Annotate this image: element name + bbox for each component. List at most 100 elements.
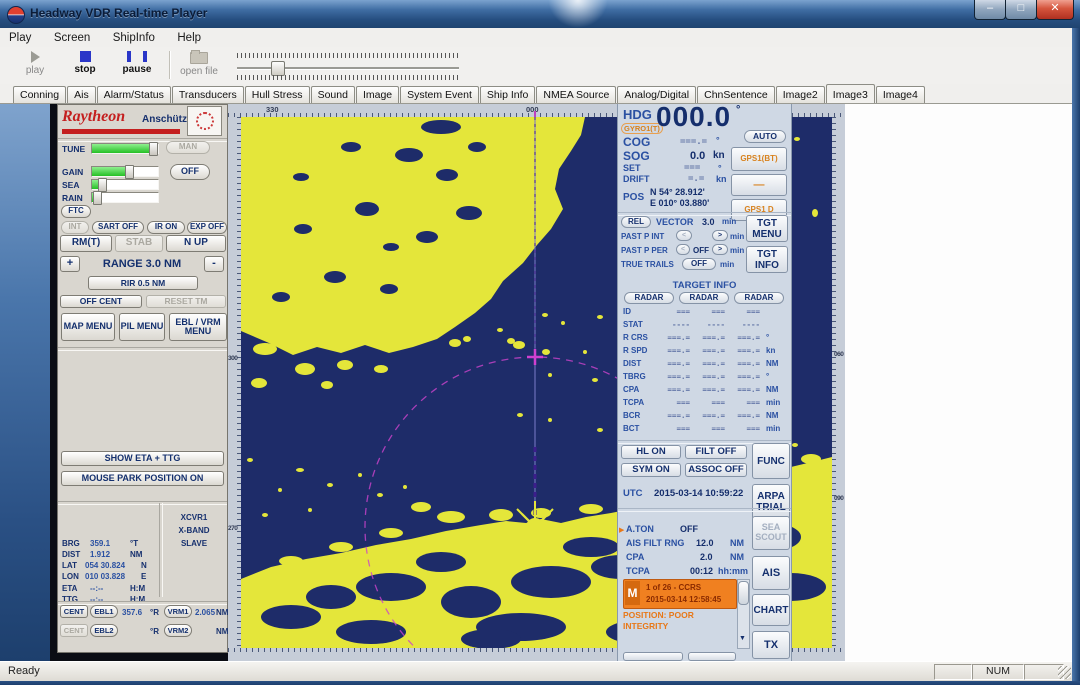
- cent2-button[interactable]: CENT: [60, 624, 88, 637]
- minimize-button[interactable]: –: [974, 0, 1006, 20]
- tab-transducers[interactable]: Transducers: [172, 86, 244, 103]
- radar-data-panel: HDG GYRO1(T) 000.0 ° AUTO COG ===.= ° SO…: [617, 104, 792, 661]
- radar-target-button-1[interactable]: RADAR: [624, 292, 674, 304]
- rain-slider[interactable]: [91, 192, 159, 203]
- vrm2-button[interactable]: VRM2: [164, 624, 192, 637]
- auto-button[interactable]: AUTO: [744, 130, 786, 143]
- status-ready: Ready: [8, 665, 40, 677]
- tune-slider[interactable]: [91, 143, 159, 154]
- resize-grip[interactable]: [1058, 666, 1071, 679]
- target-row-cpa: CPA===.====.====.=NM: [618, 385, 791, 398]
- true-trails-button[interactable]: OFF: [682, 258, 716, 270]
- partial-button-row: [688, 652, 736, 661]
- menu-screen[interactable]: Screen: [45, 29, 99, 44]
- alarm-message-box[interactable]: M 1 of 26 - CCRS 2015-03-14 12:58:45: [623, 579, 737, 609]
- ebl2-deg-unit: °R: [150, 627, 159, 636]
- tab-image[interactable]: Image: [356, 86, 399, 103]
- cent1-button[interactable]: CENT: [60, 605, 88, 618]
- aton-value: OFF: [680, 524, 698, 534]
- ebl1-button[interactable]: EBL1: [90, 605, 118, 618]
- exp-off-button[interactable]: EXP OFF: [187, 221, 227, 234]
- gain-slider[interactable]: [91, 166, 159, 177]
- pil-menu-button[interactable]: PIL MENU: [119, 313, 165, 341]
- tab-image4[interactable]: Image4: [876, 86, 925, 103]
- open-file-icon: [190, 52, 208, 64]
- menu-play[interactable]: Play: [0, 29, 40, 44]
- rain-thumb[interactable]: [93, 191, 102, 205]
- play-button[interactable]: play: [12, 49, 58, 82]
- rir-button[interactable]: RIR 0.5 NM: [88, 276, 198, 290]
- man-button[interactable]: MAN: [166, 141, 210, 154]
- radar-target-button-3[interactable]: RADAR: [734, 292, 784, 304]
- tab-nmea-source[interactable]: NMEA Source: [536, 86, 616, 103]
- tab-hull-stress[interactable]: Hull Stress: [245, 86, 310, 103]
- ir-on-button[interactable]: IR ON: [147, 221, 185, 234]
- n-up-button[interactable]: N UP: [166, 235, 226, 252]
- tab-alarm-status[interactable]: Alarm/Status: [97, 86, 171, 103]
- past-per-dec-button[interactable]: <: [676, 244, 690, 255]
- tab-conning[interactable]: Conning: [13, 86, 66, 103]
- int-button[interactable]: INT: [61, 221, 89, 234]
- tx-button[interactable]: TX: [752, 631, 790, 659]
- past-int-dec-button[interactable]: <: [676, 230, 692, 241]
- timeline-slider-handle[interactable]: [271, 61, 285, 76]
- assoc-off-button[interactable]: ASSOC OFF: [685, 463, 747, 477]
- set-drift-source-button[interactable]: —: [731, 174, 787, 196]
- off-cent-button[interactable]: OFF CENT: [60, 295, 142, 308]
- map-menu-button[interactable]: MAP MENU: [61, 313, 115, 341]
- reset-tm-button[interactable]: RESET TM: [146, 295, 226, 308]
- radar-target-button-2[interactable]: RADAR: [679, 292, 729, 304]
- gps1-bt-button[interactable]: GPS1(BT): [731, 147, 787, 171]
- filt-off-button[interactable]: FILT OFF: [685, 445, 747, 459]
- maximize-button[interactable]: □: [1005, 0, 1037, 20]
- title-bar: Headway VDR Real-time Player – □ ✕: [0, 0, 1080, 28]
- sym-on-button[interactable]: SYM ON: [621, 463, 681, 477]
- arpa-trial-button[interactable]: ARPA TRIAL: [752, 484, 790, 520]
- range-plus-button[interactable]: +: [60, 256, 80, 272]
- stop-button[interactable]: stop: [62, 49, 108, 82]
- show-eta-ttg-button[interactable]: SHOW ETA + TTG: [61, 451, 224, 466]
- tab-sound[interactable]: Sound: [311, 86, 355, 103]
- close-button[interactable]: ✕: [1036, 0, 1074, 20]
- tab-system-event[interactable]: System Event: [400, 86, 479, 103]
- past-pos-int-label: PAST P INT: [621, 232, 664, 241]
- alarm-line1: 1 of 26 - CCRS: [646, 583, 701, 592]
- alarm-scroll-down-icon[interactable]: ▼: [738, 635, 747, 647]
- tune-thumb[interactable]: [149, 142, 158, 156]
- past-int-inc-button[interactable]: >: [712, 230, 728, 241]
- rm-t-button[interactable]: RM(T): [60, 235, 112, 252]
- stab-button[interactable]: STAB: [115, 235, 163, 252]
- tgt-menu-button[interactable]: TGT MENU: [746, 215, 788, 242]
- tune-label: TUNE: [62, 144, 85, 154]
- alarm-scrollbar[interactable]: ▼: [737, 579, 750, 649]
- sea-scout-button[interactable]: SEA SCOUT: [752, 516, 790, 550]
- tab-ship-info[interactable]: Ship Info: [480, 86, 535, 103]
- menu-shipinfo[interactable]: ShipInfo: [104, 29, 164, 44]
- sart-off-button[interactable]: SART OFF: [92, 221, 144, 234]
- alarm-scroll-thumb[interactable]: [738, 581, 749, 605]
- rel-vector-button[interactable]: REL: [621, 216, 651, 228]
- open-file-button[interactable]: open file: [172, 49, 226, 82]
- ebl-vrm-menu-button[interactable]: EBL / VRM MENU: [169, 313, 227, 341]
- ais-button[interactable]: AIS: [752, 556, 790, 590]
- gain-thumb[interactable]: [125, 165, 134, 179]
- hl-on-button[interactable]: HL ON: [621, 445, 681, 459]
- tab-image2[interactable]: Image2: [776, 86, 825, 103]
- tgt-info-button[interactable]: TGT INFO: [746, 246, 788, 273]
- past-per-inc-button[interactable]: >: [712, 244, 728, 255]
- ftc-button[interactable]: FTC: [61, 205, 91, 218]
- brand-raytheon: Raytheon: [62, 108, 125, 126]
- func-button[interactable]: FUNC: [752, 443, 790, 479]
- sea-slider[interactable]: [91, 179, 159, 190]
- sea-thumb[interactable]: [98, 178, 107, 192]
- menu-help[interactable]: Help: [168, 29, 210, 44]
- off-button[interactable]: OFF: [170, 164, 210, 180]
- vrm1-button[interactable]: VRM1: [164, 605, 192, 618]
- pause-button[interactable]: pause: [114, 49, 160, 82]
- range-minus-button[interactable]: -: [204, 256, 224, 272]
- chart-button[interactable]: CHART: [752, 594, 790, 626]
- tab-ais[interactable]: Ais: [67, 86, 96, 103]
- tab-image3[interactable]: Image3: [826, 84, 875, 103]
- mouse-park-button[interactable]: MOUSE PARK POSITION ON: [61, 471, 224, 486]
- ebl2-button[interactable]: EBL2: [90, 624, 118, 637]
